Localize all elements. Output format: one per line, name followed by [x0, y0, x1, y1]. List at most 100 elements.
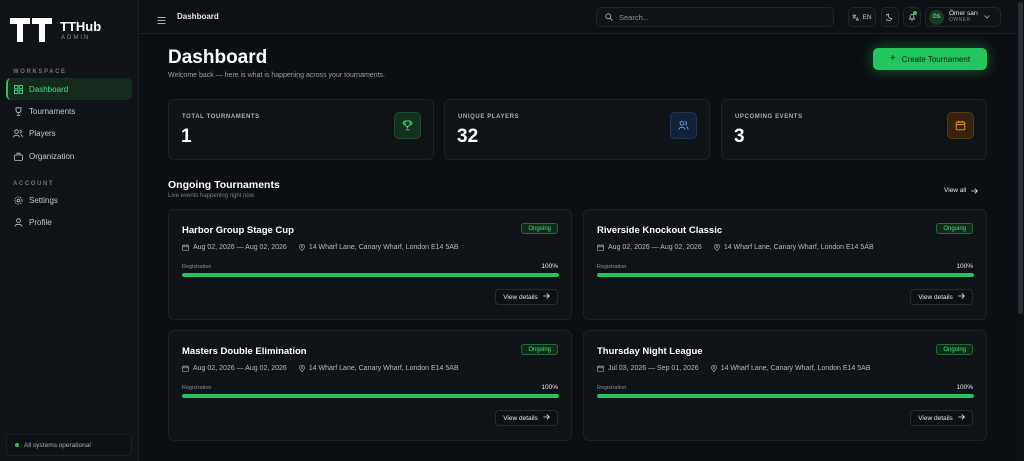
theme-toggle-button[interactable]	[881, 7, 899, 27]
stat-value: 3	[734, 126, 745, 147]
notification-dot	[913, 11, 917, 15]
registration-progress-fill	[597, 273, 974, 277]
user-name: Ömer sarı	[949, 10, 978, 17]
sidebar-item-players[interactable]: Players	[6, 122, 132, 144]
view-all-link[interactable]: View all	[944, 187, 979, 194]
registration-progress-bar	[597, 394, 974, 398]
view-details-label: View details	[503, 414, 538, 422]
tournament-location: 14 Wharf Lane, Canary Wharf, London E14 …	[720, 365, 871, 372]
tournament-location: 14 Wharf Lane, Canary Wharf, London E14 …	[723, 244, 874, 251]
arrow-right-icon	[971, 187, 979, 194]
view-all-label: View all	[944, 187, 967, 194]
status-badge: Ongoing	[936, 223, 973, 234]
stat-label: TOTAL TOURNAMENTS	[182, 114, 260, 120]
stat-label: UPCOMING EVENTS	[735, 114, 803, 120]
tournament-title: Riverside Knockout Classic	[597, 225, 723, 236]
stat-card-total-tournaments: TOTAL TOURNAMENTS 1	[168, 99, 434, 160]
registration-label: Registration	[182, 385, 212, 391]
create-tournament-label: Create Tournament	[901, 54, 971, 64]
search-box[interactable]	[596, 7, 834, 27]
search-icon	[605, 8, 613, 26]
sidebar-item-label: Profile	[29, 217, 52, 227]
registration-percent: 100%	[541, 263, 558, 270]
tournament-card[interactable]: Masters Double Elimination Ongoing Aug 0…	[168, 330, 572, 441]
scrollbar[interactable]	[1016, 0, 1024, 461]
sidebar-item-organization[interactable]: Organization	[6, 145, 132, 167]
arrow-right-icon	[543, 293, 550, 301]
tournament-dates: Aug 02, 2026 — Aug 02, 2026	[608, 244, 702, 251]
status-badge: Ongoing	[936, 344, 973, 355]
map-pin-icon	[710, 365, 717, 372]
status-badge: Ongoing	[521, 223, 558, 234]
registration-label: Registration	[597, 385, 627, 391]
tournament-dates: Aug 02, 2026 — Aug 02, 2026	[193, 244, 287, 251]
avatar: ÖS	[929, 9, 944, 25]
user-icon	[13, 217, 23, 227]
sidebar-item-label: Dashboard	[29, 84, 69, 94]
language-button[interactable]: EN	[848, 7, 876, 27]
notifications-button[interactable]	[903, 7, 921, 27]
tournament-dates: Jul 03, 2026 — Sep 01, 2026	[608, 365, 699, 372]
sidebar-item-tournaments[interactable]: Tournaments	[6, 100, 132, 122]
users-icon	[13, 128, 23, 138]
registration-label: Registration	[597, 264, 627, 270]
tournament-location: 14 Wharf Lane, Canary Wharf, London E14 …	[308, 365, 459, 372]
arrow-right-icon	[958, 414, 965, 422]
plus-icon: +	[889, 53, 896, 64]
registration-percent: 100%	[956, 384, 973, 391]
map-pin-icon	[298, 365, 305, 372]
tournament-location: 14 Wharf Lane, Canary Wharf, London E14 …	[308, 244, 459, 251]
scrollbar-thumb[interactable]	[1018, 2, 1023, 314]
sidebar-item-label: Settings	[29, 195, 58, 205]
stat-card-upcoming-events: UPCOMING EVENTS 3	[721, 99, 987, 160]
view-details-button[interactable]: View details	[495, 289, 558, 305]
building-icon	[13, 151, 23, 161]
trophy-icon	[394, 112, 421, 139]
moon-icon	[886, 13, 894, 21]
brand-subtitle: ADMIN	[61, 34, 91, 41]
page-subtitle: Welcome back — here is what is happening…	[168, 72, 385, 79]
tournament-dates: Aug 02, 2026 — Aug 02, 2026	[193, 365, 287, 372]
map-pin-icon	[298, 244, 305, 251]
registration-progress-fill	[182, 273, 559, 277]
tournament-title: Masters Double Elimination	[182, 346, 307, 357]
users-icon	[670, 112, 697, 139]
sidebar-item-profile[interactable]: Profile	[6, 211, 132, 233]
view-details-button[interactable]: View details	[910, 289, 973, 305]
sidebar-item-settings[interactable]: Settings	[6, 189, 132, 211]
grid-icon	[13, 84, 23, 94]
menu-icon[interactable]	[157, 12, 166, 24]
tournament-card[interactable]: Thursday Night League Ongoing Jul 03, 20…	[583, 330, 987, 441]
view-details-label: View details	[918, 293, 953, 301]
view-details-button[interactable]: View details	[910, 410, 973, 426]
ongoing-section-subtitle: Live events happening right now	[168, 193, 255, 199]
registration-progress-fill	[597, 394, 974, 398]
registration-progress-fill	[182, 394, 559, 398]
stat-value: 1	[181, 126, 192, 147]
ongoing-section-title: Ongoing Tournaments	[168, 179, 280, 191]
translate-icon	[852, 13, 860, 21]
user-menu[interactable]: ÖS Ömer sarı OWNER	[925, 7, 1001, 27]
search-input[interactable]	[619, 12, 819, 22]
tournament-card[interactable]: Harbor Group Stage Cup Ongoing Aug 02, 2…	[168, 209, 572, 320]
stat-label: UNIQUE PLAYERS	[458, 114, 520, 120]
calendar-icon	[182, 365, 189, 372]
system-status-text: All systems operational	[24, 441, 91, 449]
map-pin-icon	[713, 244, 720, 251]
view-details-button[interactable]: View details	[495, 410, 558, 426]
tournament-title: Thursday Night League	[597, 346, 703, 357]
gear-icon	[13, 195, 23, 205]
calendar-icon	[182, 244, 189, 251]
page-title: Dashboard	[168, 47, 268, 68]
view-details-label: View details	[918, 414, 953, 422]
create-tournament-button[interactable]: + Create Tournament	[873, 48, 987, 70]
registration-progress-bar	[182, 273, 559, 277]
sidebar-item-dashboard[interactable]: Dashboard	[6, 78, 132, 100]
user-role: OWNER	[949, 17, 971, 23]
sidebar: TTHub ADMIN WORKSPACE Dashboard Tourname…	[0, 0, 139, 461]
calendar-icon	[597, 365, 604, 372]
brand[interactable]: TTHub ADMIN	[10, 18, 101, 44]
registration-label: Registration	[182, 264, 212, 270]
tournament-card[interactable]: Riverside Knockout Classic Ongoing Aug 0…	[583, 209, 987, 320]
view-details-label: View details	[503, 293, 538, 301]
